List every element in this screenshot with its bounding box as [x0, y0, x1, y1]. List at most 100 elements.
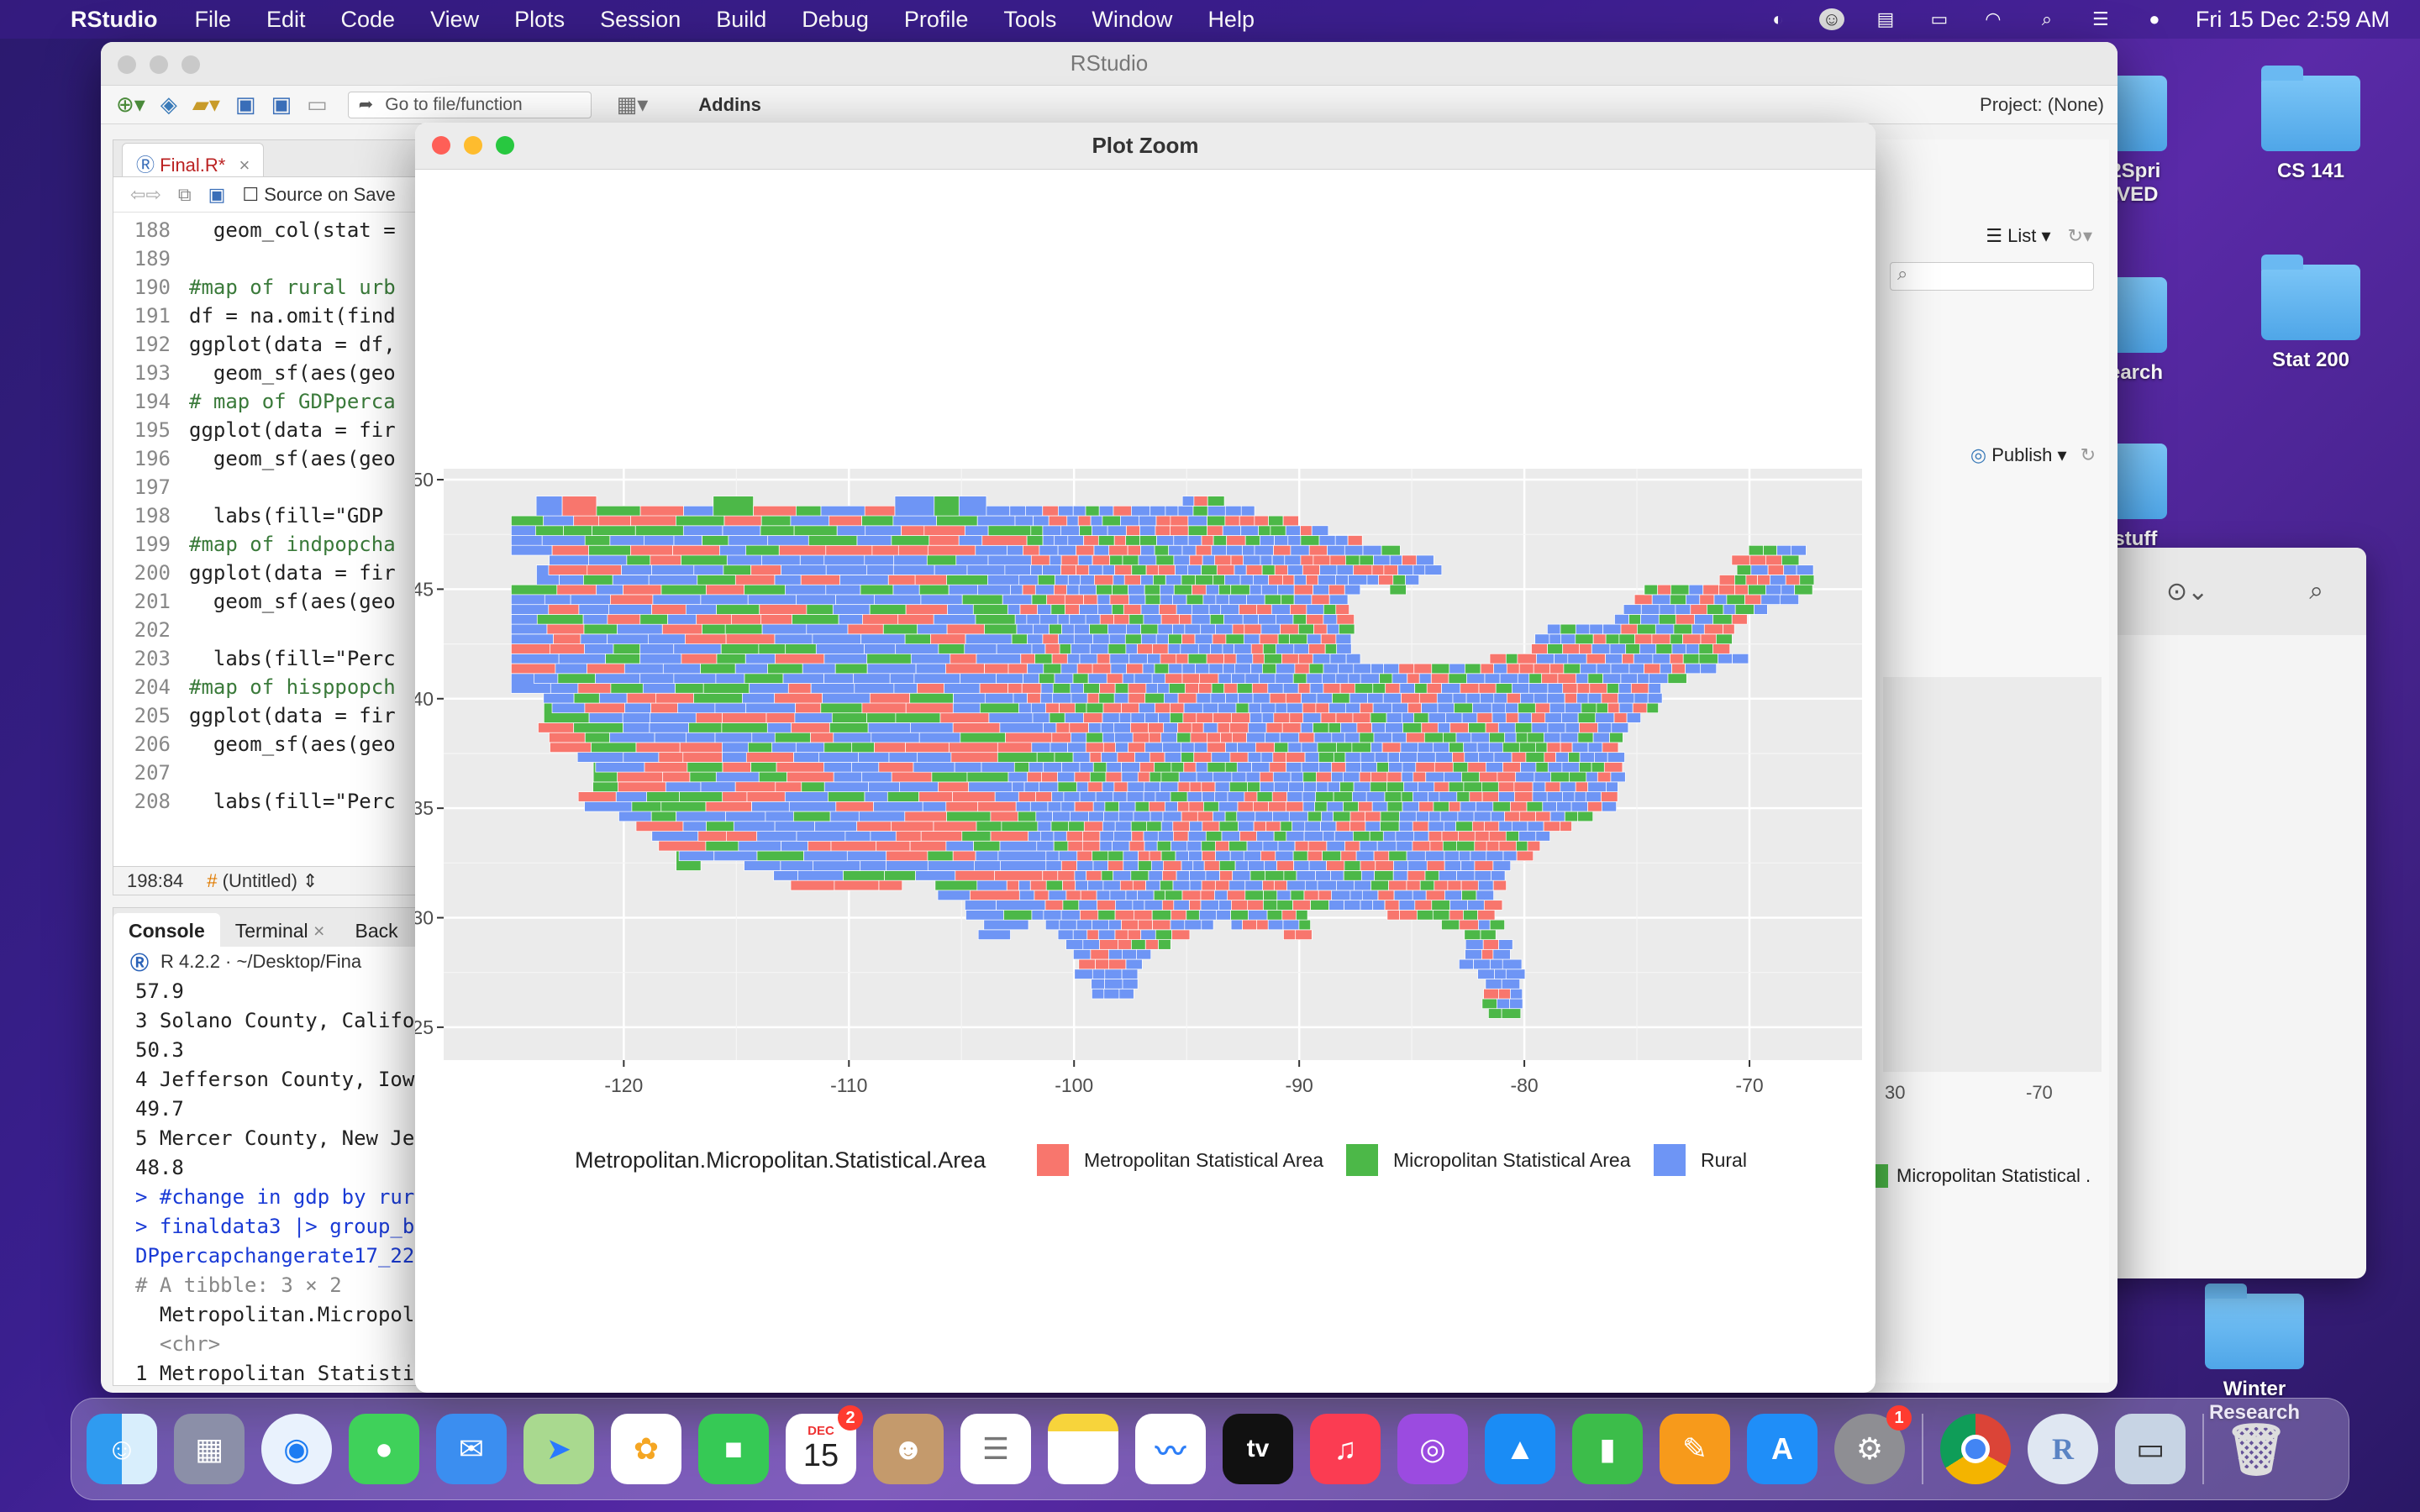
desktop-folder-stat200[interactable]: Stat 200: [2235, 255, 2386, 372]
environment-search-input[interactable]: ⌕: [1890, 262, 2094, 291]
calendar-dock-icon[interactable]: DEC 15 2: [786, 1405, 863, 1484]
county: [966, 564, 1006, 575]
siri-icon[interactable]: ●: [2142, 8, 2167, 30]
county: [1313, 732, 1333, 743]
battery-icon[interactable]: ▭: [1927, 8, 1952, 30]
source-on-save-checkbox[interactable]: ☐ Source on Save: [242, 184, 395, 206]
refresh-icon[interactable]: ↻▾: [2068, 225, 2092, 247]
pages-dock-icon[interactable]: ✎: [1660, 1414, 1730, 1484]
scope-selector[interactable]: # (Untitled) ⇕: [207, 870, 318, 892]
menu-bar-clock[interactable]: Fri 15 Dec 2:59 AM: [2196, 7, 2390, 33]
addins-menu[interactable]: Addins: [698, 94, 761, 116]
county: [977, 929, 1011, 940]
county: [1060, 663, 1078, 675]
new-file-icon[interactable]: ⊕▾: [116, 92, 145, 118]
minimize-button[interactable]: [150, 55, 168, 74]
desktop-folder-cs141[interactable]: CS 141: [2235, 66, 2386, 183]
zoom-button[interactable]: [182, 55, 200, 74]
rstudio-dock-icon[interactable]: R: [2028, 1414, 2098, 1484]
podcasts-dock-icon[interactable]: ◎: [1397, 1414, 1468, 1484]
wifi-icon[interactable]: ◠: [1981, 8, 2006, 30]
avatar-status-icon[interactable]: ☺: [1818, 8, 1844, 30]
app-menu[interactable]: RStudio: [71, 7, 157, 33]
plot-zoom-window[interactable]: Plot Zoom -120 -110 -100 -90 -80 -70 25 30 35 40 4…: [415, 123, 1876, 1393]
music-dock-icon[interactable]: ♫: [1310, 1414, 1381, 1484]
menu-edit[interactable]: Edit: [266, 7, 306, 33]
publish-button[interactable]: ◎ Publish ▾: [1970, 444, 2067, 466]
tab-console[interactable]: Console: [113, 913, 220, 947]
apple-tv-dock-icon[interactable]: tv: [1223, 1414, 1293, 1484]
menu-plots[interactable]: Plots: [514, 7, 565, 33]
save-icon[interactable]: ▣: [235, 92, 256, 118]
tab-terminal[interactable]: Terminal ×: [220, 913, 340, 947]
mail-dock-icon[interactable]: ✉: [436, 1414, 507, 1484]
open-file-icon[interactable]: ▰▾: [192, 92, 220, 118]
notes-dock-icon[interactable]: [1048, 1414, 1118, 1484]
county: [1108, 919, 1122, 931]
tab-background-jobs[interactable]: Back: [339, 913, 413, 947]
county: [1029, 801, 1049, 812]
county: [1376, 840, 1397, 852]
menu-tools[interactable]: Tools: [1003, 7, 1056, 33]
county: [864, 643, 897, 654]
app-store-dock-icon[interactable]: A: [1747, 1414, 1818, 1484]
menu-code[interactable]: Code: [341, 7, 396, 33]
go-to-file-input[interactable]: ➦ Go to file/function: [347, 91, 592, 118]
refresh-icon[interactable]: ↻: [2081, 444, 2096, 466]
back-icon[interactable]: ⇦⇨: [130, 184, 161, 206]
preview-dock-icon[interactable]: ▭: [2115, 1414, 2186, 1484]
maps-dock-icon[interactable]: ➤: [523, 1414, 594, 1484]
messages-dock-icon[interactable]: ●: [349, 1414, 419, 1484]
editor-tab-final-r[interactable]: Ⓡ Final.R* ×: [122, 143, 265, 176]
keyboard-status-icon[interactable]: ▤: [1873, 8, 1898, 30]
new-project-icon[interactable]: ◈: [160, 92, 177, 118]
control-center-icon[interactable]: ☰: [2088, 8, 2113, 30]
show-in-window-icon[interactable]: ⧉: [178, 184, 192, 206]
trash-dock-icon[interactable]: 🗑: [2221, 1414, 2291, 1484]
safari-dock-icon[interactable]: ◉: [261, 1414, 332, 1484]
status-app-icon[interactable]: ◐: [1765, 8, 1791, 30]
numbers-dock-icon[interactable]: ▮: [1572, 1414, 1643, 1484]
county: [1603, 762, 1623, 773]
county: [716, 604, 760, 615]
menu-session[interactable]: Session: [600, 7, 681, 33]
county: [1456, 840, 1476, 852]
save-icon[interactable]: ▣: [208, 184, 226, 206]
more-options-icon[interactable]: ⊙⌄: [2166, 577, 2208, 606]
finder-dock-icon[interactable]: ☺: [87, 1414, 157, 1484]
close-tab-icon[interactable]: ×: [239, 155, 250, 176]
list-view-button[interactable]: ☰ List ▾: [1986, 225, 2050, 247]
grid-layout-icon[interactable]: ▦▾: [617, 92, 649, 118]
menu-view[interactable]: View: [430, 7, 479, 33]
menu-window[interactable]: Window: [1092, 7, 1172, 33]
facetime-dock-icon[interactable]: ■: [698, 1414, 769, 1484]
contacts-dock-icon[interactable]: ☻: [873, 1414, 944, 1484]
print-icon[interactable]: ▭: [307, 92, 328, 118]
reminders-dock-icon[interactable]: ☰: [960, 1414, 1031, 1484]
county: [1651, 594, 1671, 605]
chrome-dock-icon[interactable]: [1940, 1414, 2011, 1484]
zoom-button[interactable]: [496, 136, 514, 155]
search-icon[interactable]: ⌕: [2309, 577, 2323, 606]
close-tab-icon[interactable]: ×: [313, 920, 324, 942]
freeform-dock-icon[interactable]: 〰: [1135, 1414, 1206, 1484]
county: [1043, 910, 1062, 921]
close-button[interactable]: [118, 55, 136, 74]
spotlight-search-icon[interactable]: ⌕: [2034, 8, 2060, 30]
minimize-button[interactable]: [464, 136, 482, 155]
county: [950, 752, 998, 763]
county: [1108, 633, 1126, 644]
close-button[interactable]: [432, 136, 450, 155]
county: [1065, 890, 1081, 900]
menu-help[interactable]: Help: [1207, 7, 1255, 33]
menu-file[interactable]: File: [194, 7, 231, 33]
keynote-dock-icon[interactable]: ▲: [1485, 1414, 1555, 1484]
menu-profile[interactable]: Profile: [904, 7, 969, 33]
menu-debug[interactable]: Debug: [802, 7, 869, 33]
photos-dock-icon[interactable]: ✿: [611, 1414, 681, 1484]
menu-build[interactable]: Build: [716, 7, 766, 33]
project-menu[interactable]: Project: (None): [1980, 94, 2104, 116]
system-settings-dock-icon[interactable]: ⚙ 1: [1834, 1405, 1912, 1484]
launchpad-dock-icon[interactable]: ▦: [174, 1414, 245, 1484]
save-all-icon[interactable]: ▣: [271, 92, 292, 118]
